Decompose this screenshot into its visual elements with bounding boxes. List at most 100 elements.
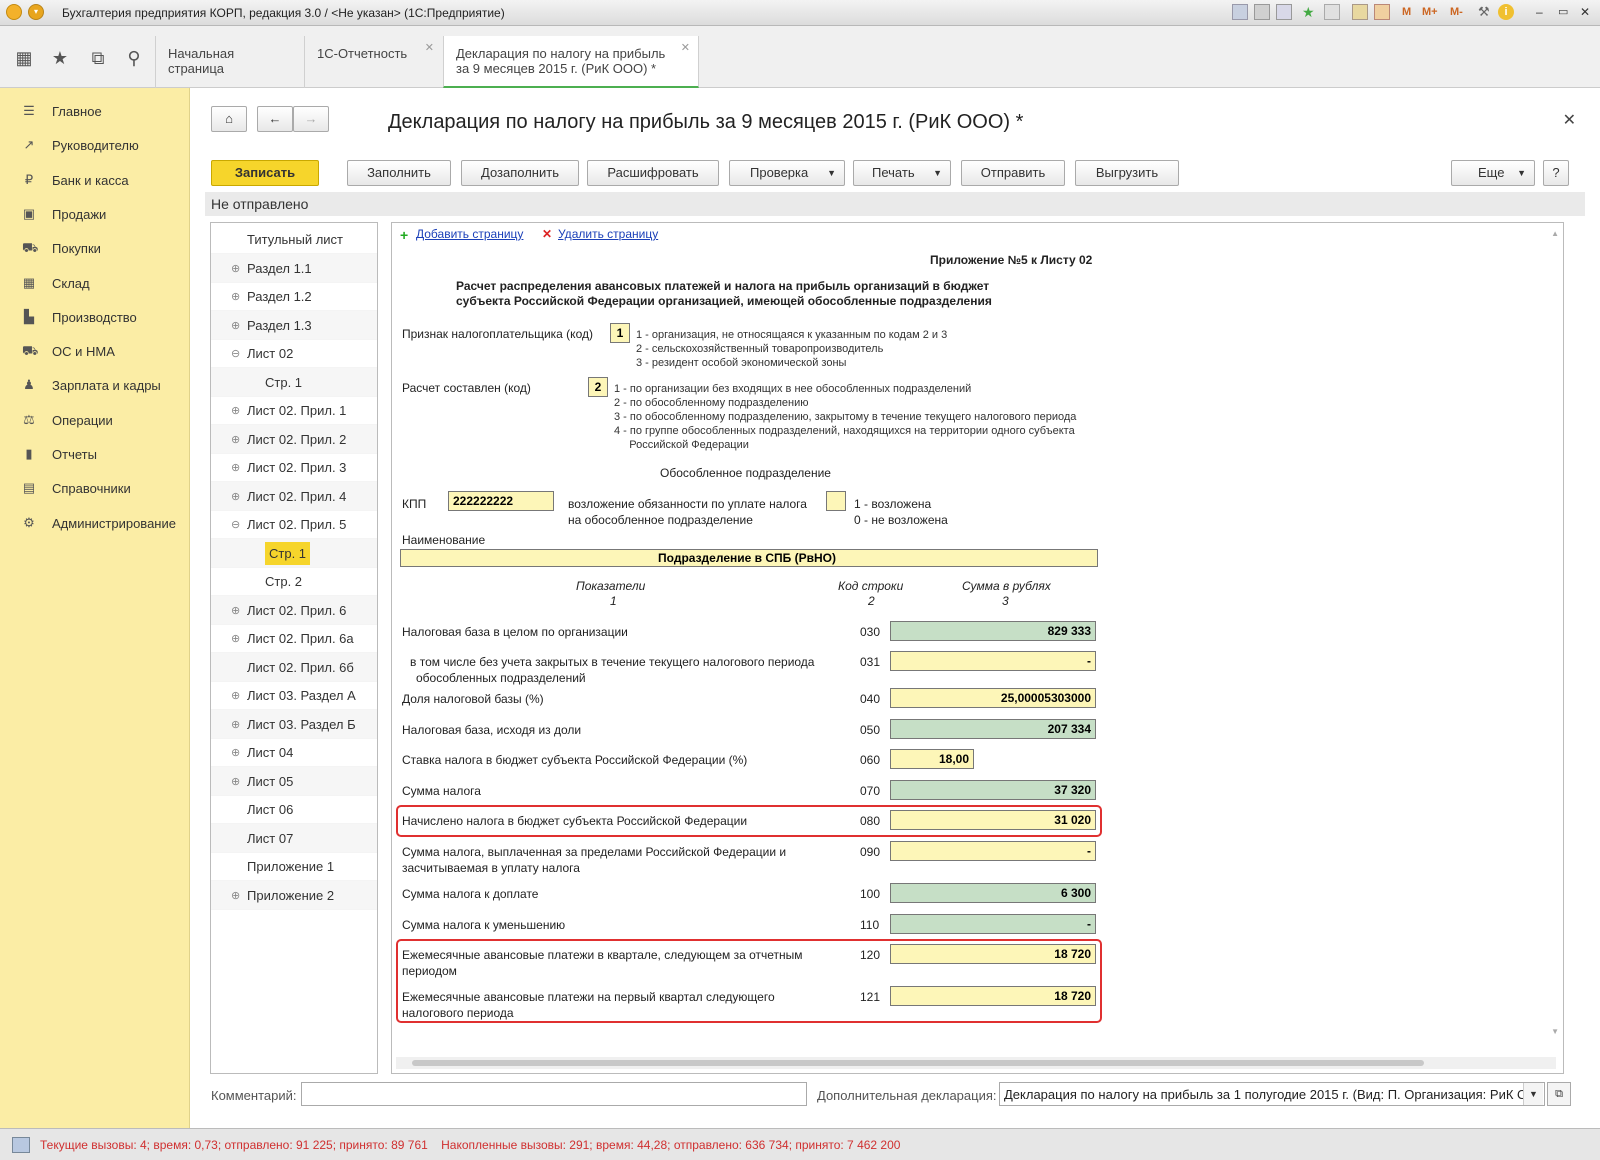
close-window-icon[interactable]: ✕: [1580, 4, 1596, 20]
expand-icon[interactable]: ⊕: [231, 746, 240, 759]
sidebar-item-6[interactable]: ▙ Производство: [0, 300, 190, 334]
sidebar-item-1[interactable]: ↗ Руководителю: [0, 128, 190, 162]
close-tab-icon[interactable]: ✕: [681, 41, 690, 56]
sidebar-item-12[interactable]: ⚙ Администрирование: [0, 506, 190, 540]
tree-node[interactable]: Лист 07: [211, 823, 377, 853]
tree-node[interactable]: ⊕ Лист 05: [211, 766, 377, 796]
row-value-input[interactable]: -: [890, 651, 1096, 671]
memory-mminus-button[interactable]: M-: [1450, 4, 1472, 20]
forward-button[interactable]: →: [293, 106, 329, 132]
duty-code-input[interactable]: [826, 491, 846, 511]
tree-node[interactable]: ⊕ Лист 03. Раздел Б: [211, 709, 377, 739]
open-declaration-icon[interactable]: ⧉: [1547, 1082, 1571, 1106]
expand-icon[interactable]: ⊕: [231, 404, 240, 417]
sidebar-item-2[interactable]: ₽ Банк и касса: [0, 163, 190, 197]
add-icon[interactable]: +: [400, 227, 408, 243]
row-value-input[interactable]: 25,00005303000: [890, 688, 1096, 708]
tree-node[interactable]: ⊕ Лист 03. Раздел А: [211, 681, 377, 710]
export-button[interactable]: Выгрузить: [1075, 160, 1179, 186]
sidebar-item-10[interactable]: ▮ Отчеты: [0, 437, 190, 471]
tab-declaration[interactable]: Декларация по налогу на прибыль за 9 мес…: [443, 36, 699, 88]
tree-node[interactable]: Титульный лист: [211, 225, 377, 254]
expand-icon[interactable]: ⊕: [231, 433, 240, 446]
tree-node[interactable]: ⊕ Раздел 1.3: [211, 310, 377, 340]
collapse-icon[interactable]: ⊖: [231, 518, 240, 531]
row-value-input[interactable]: 37 320: [890, 780, 1096, 800]
row-value-input[interactable]: 18,00: [890, 749, 974, 769]
expand-icon[interactable]: ⊕: [231, 290, 240, 303]
send-button[interactable]: Отправить: [961, 160, 1065, 186]
tree-node[interactable]: ⊕ Приложение 2: [211, 880, 377, 910]
history-icon[interactable]: ⧉: [86, 46, 110, 70]
delete-page-link[interactable]: Удалить страницу: [558, 227, 658, 241]
info-icon[interactable]: i: [1498, 4, 1514, 20]
tree-node[interactable]: ⊕ Лист 02. Прил. 3: [211, 453, 377, 482]
expand-icon[interactable]: ⊕: [231, 604, 240, 617]
minimize-icon[interactable]: –: [1536, 4, 1552, 20]
help-button[interactable]: ?: [1543, 160, 1569, 186]
close-tab-icon[interactable]: ✕: [425, 41, 434, 56]
expand-icon[interactable]: ⊕: [231, 718, 240, 731]
expand-icon[interactable]: ⊕: [231, 319, 240, 332]
print-button[interactable]: Печать ▼: [853, 160, 951, 186]
expand-icon[interactable]: ⊕: [231, 775, 240, 788]
memory-mplus-button[interactable]: M+: [1422, 4, 1444, 20]
calculator-icon[interactable]: [1352, 4, 1368, 20]
horizontal-scrollbar[interactable]: [396, 1057, 1556, 1069]
back-button[interactable]: ←: [257, 106, 293, 132]
row-value-input[interactable]: -: [890, 841, 1096, 861]
expand-icon[interactable]: ⊕: [231, 461, 240, 474]
expand-icon[interactable]: ⊕: [231, 889, 240, 902]
tree-node[interactable]: ⊕ Раздел 1.1: [211, 253, 377, 283]
extra-declaration-dropdown-icon[interactable]: ▼: [1523, 1083, 1543, 1105]
row-value-input[interactable]: 6 300: [890, 883, 1096, 903]
extra-declaration-field[interactable]: Декларация по налогу на прибыль за 1 пол…: [999, 1082, 1545, 1106]
comment-input[interactable]: [301, 1082, 807, 1106]
refill-button[interactable]: Дозаполнить: [461, 160, 579, 186]
expand-icon[interactable]: ⊕: [231, 689, 240, 702]
kpp-input[interactable]: 222222222: [448, 491, 554, 511]
search-icon[interactable]: ⚲: [122, 46, 146, 70]
tree-node[interactable]: ⊕ Лист 02. Прил. 6а: [211, 624, 377, 653]
sidebar-item-9[interactable]: ⚖ Операции: [0, 403, 190, 437]
expand-icon[interactable]: ⊕: [231, 262, 240, 275]
calc-code-input[interactable]: 2: [588, 377, 608, 397]
expand-icon[interactable]: ⊕: [231, 490, 240, 503]
tree-node[interactable]: Стр. 1: [211, 538, 377, 568]
sidebar-item-8[interactable]: ♟ Зарплата и кадры: [0, 368, 190, 402]
maximize-icon[interactable]: ▭: [1558, 4, 1574, 20]
tree-node[interactable]: ⊕ Раздел 1.2: [211, 282, 377, 311]
tree-node[interactable]: ⊕ Лист 02. Прил. 1: [211, 396, 377, 425]
sidebar-item-5[interactable]: ▦ Склад: [0, 266, 190, 300]
save-icon[interactable]: [1232, 4, 1248, 20]
tree-node[interactable]: ⊖ Лист 02: [211, 339, 377, 368]
row-value-input[interactable]: 829 333: [890, 621, 1096, 641]
tab-reporting[interactable]: 1С-Отчетность ✕: [304, 36, 442, 88]
vertical-scroll-up-icon[interactable]: ▲: [1551, 229, 1559, 238]
row-value-input[interactable]: -: [890, 914, 1096, 934]
expand-icon[interactable]: ⊕: [231, 632, 240, 645]
tree-node[interactable]: Стр. 2: [211, 567, 377, 596]
tree-node[interactable]: ⊕ Лист 04: [211, 738, 377, 767]
print-icon[interactable]: [1254, 4, 1270, 20]
name-input[interactable]: Подразделение в СПБ (РвНО): [400, 549, 1098, 567]
delete-icon[interactable]: ✕: [542, 227, 552, 241]
tree-node[interactable]: ⊕ Лист 02. Прил. 6: [211, 595, 377, 625]
vertical-scroll-down-icon[interactable]: ▼: [1551, 1027, 1559, 1036]
tree-node[interactable]: Стр. 1: [211, 367, 377, 397]
sidebar-item-4[interactable]: ⛟ Покупки: [0, 231, 190, 265]
link-icon[interactable]: [1324, 4, 1340, 20]
tools-icon[interactable]: ⚒: [1478, 4, 1494, 20]
sidebar-item-7[interactable]: ⛟ ОС и НМА: [0, 334, 190, 368]
tab-home[interactable]: Начальная страница: [155, 36, 303, 88]
row-value-input[interactable]: 207 334: [890, 719, 1096, 739]
add-page-link[interactable]: Добавить страницу: [416, 227, 523, 241]
favorite-icon[interactable]: ★: [1302, 4, 1318, 20]
preview-icon[interactable]: [1276, 4, 1292, 20]
app-menu-icon[interactable]: ▾: [28, 4, 44, 20]
payer-code-input[interactable]: 1: [610, 323, 630, 343]
decode-button[interactable]: Расшифровать: [587, 160, 719, 186]
check-button[interactable]: Проверка ▼: [729, 160, 845, 186]
sidebar-item-11[interactable]: ▤ Справочники: [0, 471, 190, 505]
tree-node[interactable]: Лист 02. Прил. 6б: [211, 652, 377, 682]
